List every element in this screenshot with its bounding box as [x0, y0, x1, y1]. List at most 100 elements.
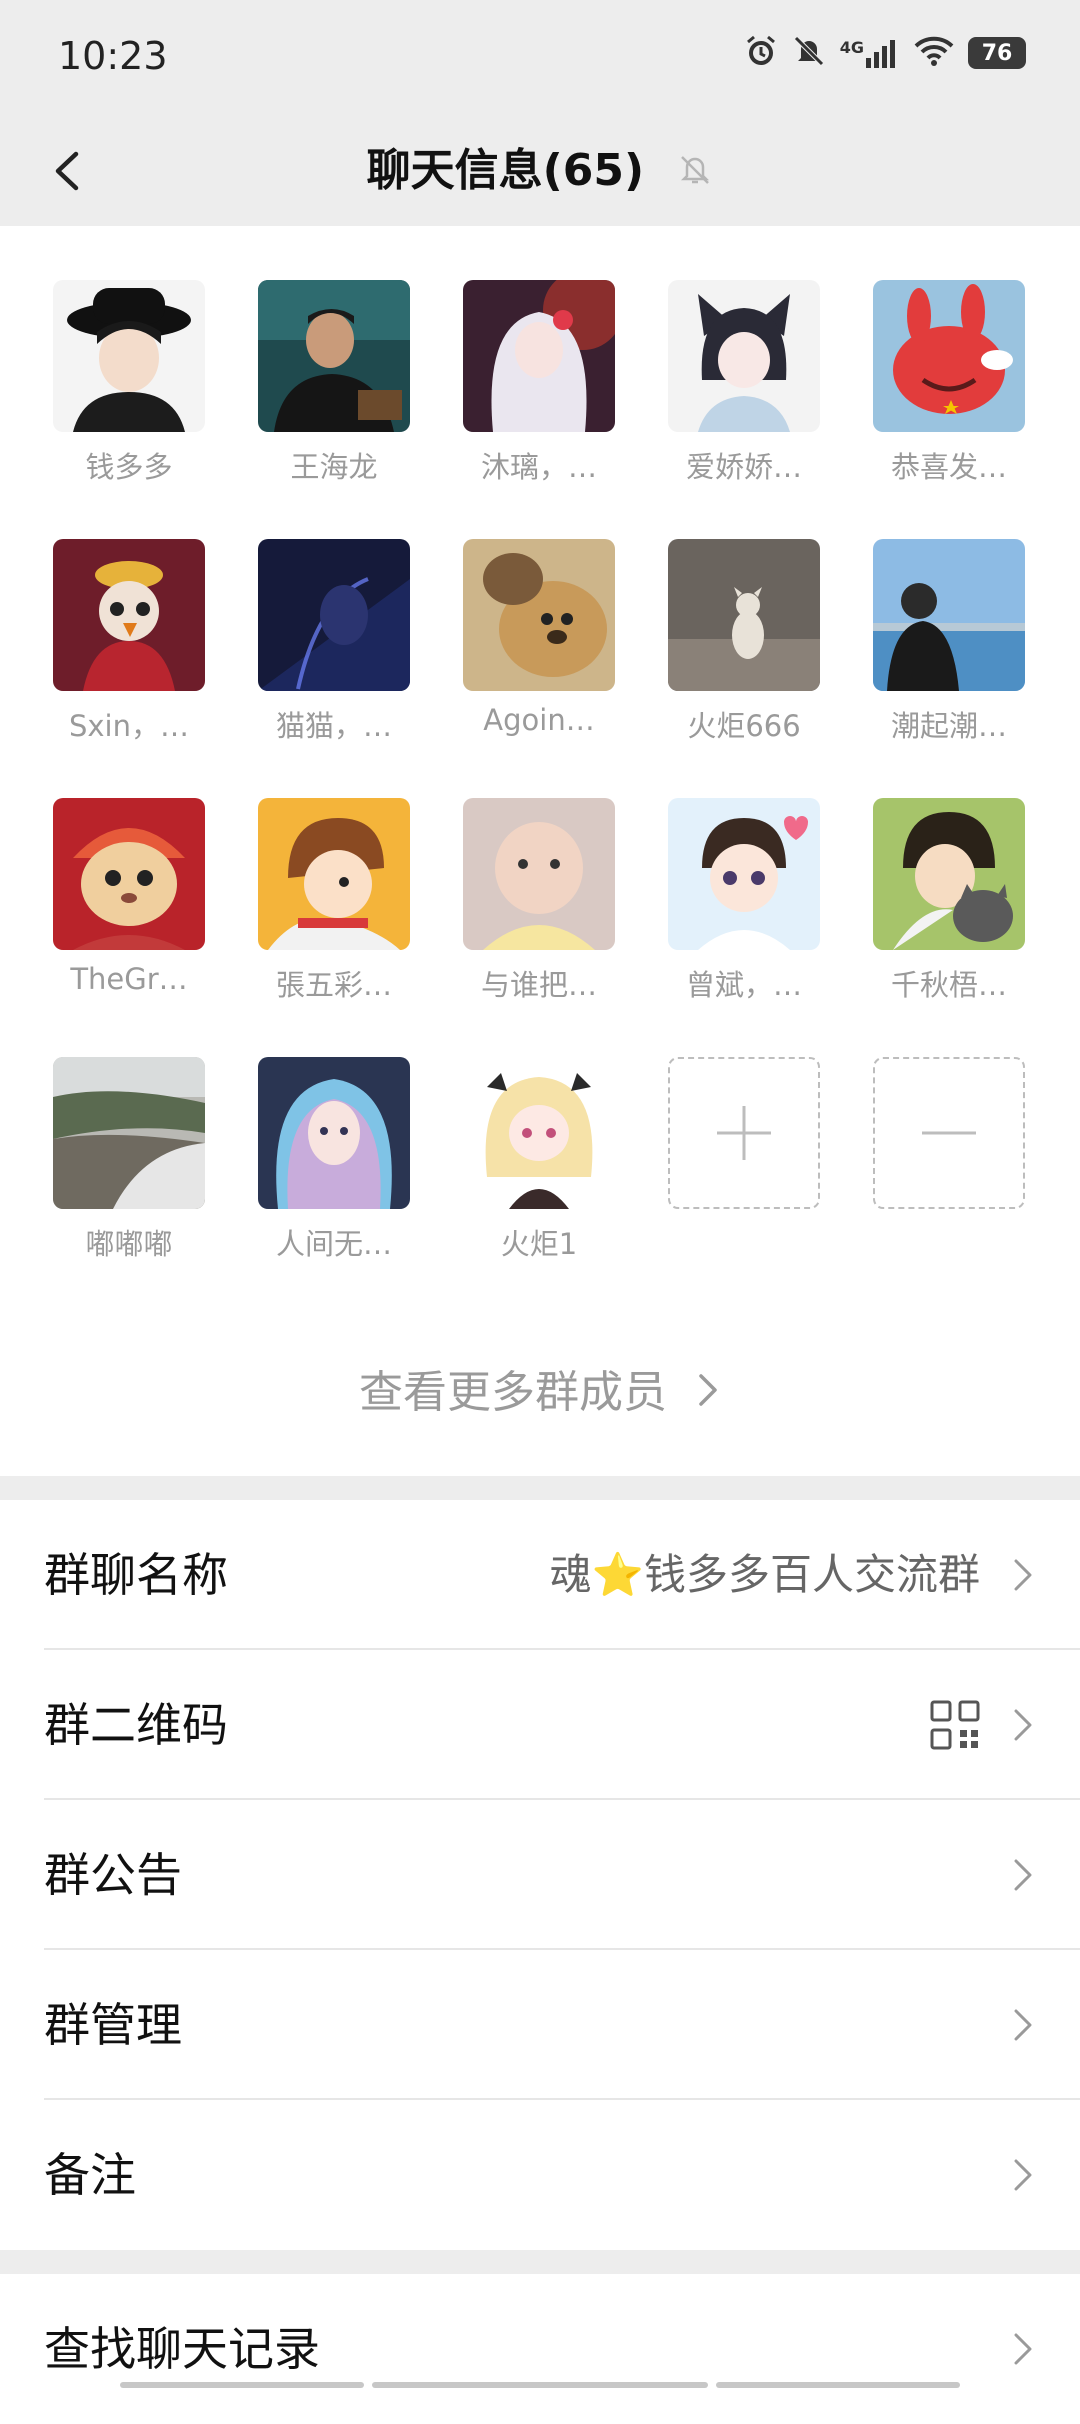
member-item[interactable]: 猫猫，… [258, 539, 410, 798]
group-name-label: 群聊名称 [44, 1548, 228, 1602]
remark-row[interactable]: 备注 [0, 2100, 1080, 2250]
member-name: 火炬666 [687, 709, 801, 743]
member-name: 火炬1 [500, 1227, 578, 1261]
avatar-chibi-blonde-icon [463, 1057, 615, 1209]
member-item[interactable]: 曾斌，… [668, 798, 820, 1057]
member-item[interactable]: 沐璃，… [463, 280, 615, 539]
member-name: 曾斌，… [685, 968, 802, 1002]
member-name: Sxin，… [68, 709, 189, 743]
member-name: 千秋梧… [890, 968, 1007, 1002]
member-item[interactable]: 潮起潮… [873, 539, 1025, 798]
group-name-value: 魂⭐钱多多百人交流群 [549, 1550, 980, 1599]
member-grid: 钱多多 王海龙 沐璃，… 爱娇娇… 恭喜发… Sxin，… 猫猫，… Agoin… [53, 280, 1025, 1316]
member-item[interactable]: Agoin… [463, 539, 615, 798]
alarm-icon [744, 34, 778, 72]
member-item[interactable]: 与谁把… [463, 798, 615, 1057]
section-gap [0, 2250, 1080, 2274]
avatar-anime-cat-ears-icon [668, 280, 820, 432]
member-item[interactable]: 人间无… [258, 1057, 410, 1316]
status-time: 10:23 [58, 34, 168, 78]
member-item[interactable]: TheGr… [53, 798, 205, 1057]
member-name: 王海龙 [290, 450, 378, 484]
section-gap [0, 1476, 1080, 1500]
member-name: 嘟嘟嘟 [85, 1227, 173, 1261]
chevron-right-icon [697, 1370, 721, 1421]
group-announcement-row[interactable]: 群公告 [0, 1800, 1080, 1950]
member-name: TheGr… [70, 962, 188, 996]
avatar-dog-bear-icon [463, 539, 615, 691]
group-manage-label: 群管理 [44, 1998, 182, 2052]
avatar-anime-white-hair-icon [463, 280, 615, 432]
avatar-rainbow-girl-icon [258, 1057, 410, 1209]
see-more-members-button[interactable]: 查看更多群成员 [0, 1356, 1080, 1421]
page-title-text: 聊天信息(65) [366, 145, 645, 196]
avatar-boy-cat-icon [873, 798, 1025, 950]
nav-bar: 聊天信息(65) [0, 116, 1080, 226]
plus-icon [717, 1106, 771, 1160]
group-name-row[interactable]: 群聊名称 魂⭐钱多多百人交流群 [0, 1500, 1080, 1650]
remove-member-box[interactable] [873, 1057, 1025, 1209]
remove-member-button[interactable] [873, 1057, 1025, 1316]
page-title: 聊天信息(65) [0, 136, 1080, 208]
avatar-cat-headdress-icon [53, 798, 205, 950]
member-name: 恭喜发… [890, 450, 1007, 484]
network-type: 4G [839, 38, 864, 57]
add-member-box[interactable] [668, 1057, 820, 1209]
avatar-cartoon-boy-icon [258, 798, 410, 950]
avatar-baby-icon [463, 798, 615, 950]
see-more-label: 查看更多群成员 [359, 1367, 667, 1418]
qr-code-icon [930, 1700, 980, 1750]
member-name: 潮起潮… [890, 709, 1007, 743]
search-history-label: 查找聊天记录 [44, 2322, 320, 2376]
minus-icon [922, 1131, 976, 1135]
member-item[interactable]: 恭喜发… [873, 280, 1025, 539]
remark-label: 备注 [44, 2148, 136, 2202]
avatar-river-landscape-icon [53, 1057, 205, 1209]
mute-bell-icon [792, 34, 826, 72]
avatar-red-bunny-icon [873, 280, 1025, 432]
member-name: 人间无… [275, 1227, 392, 1261]
member-item[interactable]: 火炬1 [463, 1057, 615, 1316]
chevron-right-icon [1014, 2333, 1032, 2365]
avatar-chibi-boy-icon [668, 798, 820, 950]
avatar-man-lake-icon [873, 539, 1025, 691]
group-manage-row[interactable]: 群管理 [0, 1950, 1080, 2100]
member-item[interactable]: 火炬666 [668, 539, 820, 798]
member-name: 钱多多 [85, 450, 173, 484]
muted-bell-icon [677, 138, 713, 208]
nav-gesture-bar [716, 2382, 960, 2388]
member-item[interactable]: Sxin，… [53, 539, 205, 798]
add-member-button[interactable] [668, 1057, 820, 1316]
group-announcement-label: 群公告 [44, 1848, 182, 1902]
member-name: 爱娇娇… [685, 450, 802, 484]
signal-4g-icon: 4G [840, 38, 900, 68]
chevron-right-icon [1014, 1859, 1032, 1891]
chevron-right-icon [1014, 1709, 1032, 1741]
wifi-icon [914, 35, 954, 71]
nav-gesture-bar [120, 2382, 364, 2388]
battery-icon: 76 [968, 37, 1026, 69]
member-item[interactable]: 千秋梧… [873, 798, 1025, 1057]
member-name: 与谁把… [480, 968, 597, 1002]
avatar-dark-anime-icon [258, 539, 410, 691]
member-section: 钱多多 王海龙 沐璃，… 爱娇娇… 恭喜发… Sxin，… 猫猫，… Agoin… [0, 226, 1080, 1476]
member-item[interactable]: 钱多多 [53, 280, 205, 539]
avatar-rooster-icon [53, 539, 205, 691]
avatar-man-suit-icon [258, 280, 410, 432]
member-item[interactable]: 張五彩… [258, 798, 410, 1057]
avatar-cat-photo-icon [668, 539, 820, 691]
chevron-right-icon [1014, 1559, 1032, 1591]
chevron-right-icon [1014, 2009, 1032, 2041]
nav-gesture-bar [372, 2382, 708, 2388]
member-item[interactable]: 嘟嘟嘟 [53, 1057, 205, 1316]
member-name: 張五彩… [275, 968, 392, 1002]
group-qr-label: 群二维码 [44, 1698, 228, 1752]
status-icons: 4G 76 [744, 34, 1026, 72]
status-bar: 10:23 4G 76 [0, 0, 1080, 116]
member-name: Agoin… [483, 703, 595, 737]
member-name: 猫猫，… [275, 709, 392, 743]
member-item[interactable]: 王海龙 [258, 280, 410, 539]
chevron-right-icon [1014, 2159, 1032, 2191]
group-qr-row[interactable]: 群二维码 [0, 1650, 1080, 1800]
member-item[interactable]: 爱娇娇… [668, 280, 820, 539]
